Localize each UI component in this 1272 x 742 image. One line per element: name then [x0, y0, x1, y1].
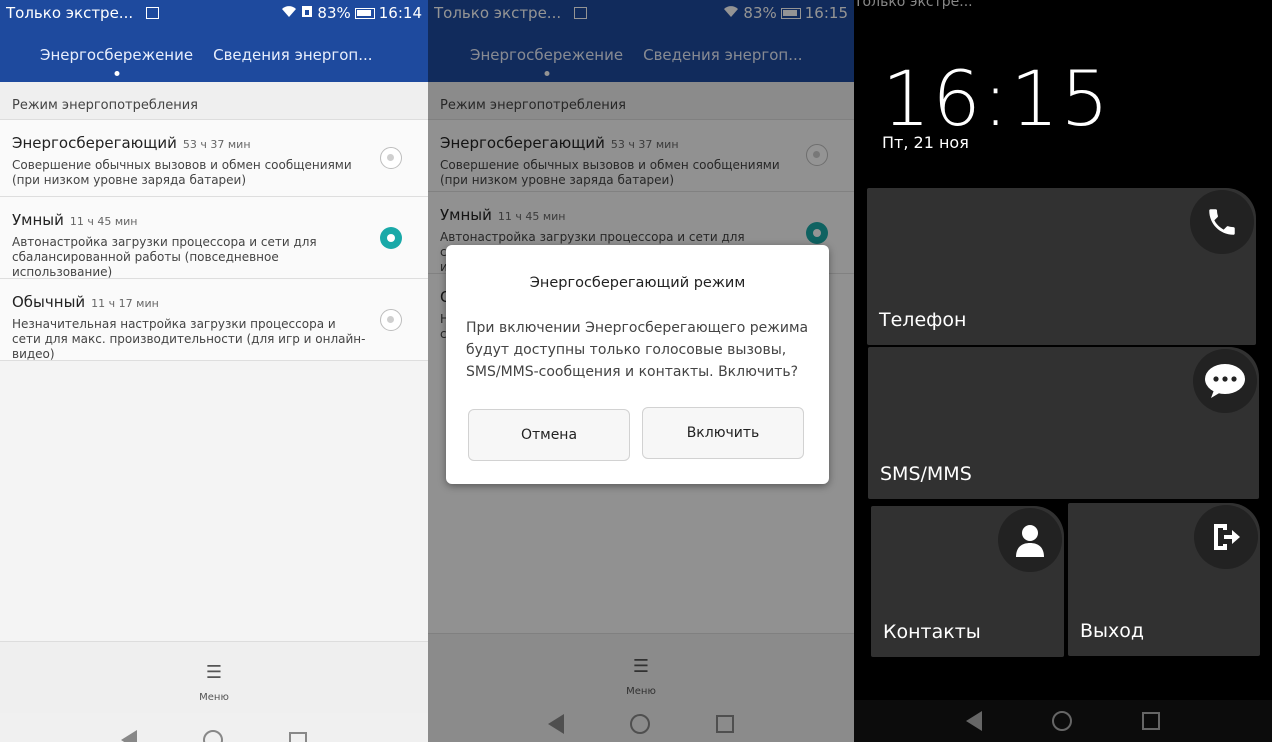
menu-button[interactable]: ☰ Меню — [0, 641, 428, 713]
menu-label: Меню — [199, 692, 229, 703]
chat-icon — [1193, 349, 1257, 413]
status-bar: Только экстре... 83% 16:15 — [428, 0, 854, 26]
menu-icon: ☰ — [205, 662, 223, 683]
phone-icon — [1190, 190, 1254, 254]
radio-smart — [806, 222, 828, 244]
menu-icon: ☰ — [632, 656, 650, 677]
app-header: Только экстре... 83% 16:15 Энергосбереже… — [428, 0, 854, 82]
mode-item-smart[interactable]: Умный 11 ч 45 мин Автонастройка загрузки … — [0, 197, 428, 279]
contact-icon — [998, 508, 1062, 572]
contacts-label: Контакты — [883, 621, 981, 643]
mode-name: Умный — [440, 206, 492, 224]
tab-bar: Энергосбережение Сведения энергоп... — [0, 26, 428, 64]
nav-bar — [854, 700, 1272, 742]
dialog-title: Энергосберегающий режим — [529, 275, 746, 291]
exit-label: Выход — [1080, 620, 1145, 642]
tab-power-info: Сведения энергоп... — [643, 46, 803, 64]
image-notification-icon — [145, 7, 159, 19]
home-icon[interactable] — [1052, 711, 1072, 731]
simple-launcher-panel: Только экстре... 16:15 Пт, 21 ноя Телефо… — [854, 0, 1272, 742]
contacts-tile[interactable]: Контакты — [871, 506, 1064, 657]
app-header: Только экстре... 83% 16:14 Энергосбереже… — [0, 0, 428, 82]
tab-power-saving[interactable]: Энергосбережение — [40, 46, 193, 64]
sms-tile[interactable]: SMS/MMS — [868, 347, 1259, 499]
lockscreen-date: Пт, 21 ноя — [882, 133, 969, 152]
mode-name: Обычный — [12, 293, 86, 311]
mode-duration: 11 ч 17 мин — [91, 297, 159, 310]
back-icon — [548, 713, 564, 734]
menu-button: ☰ Меню — [428, 633, 854, 705]
recent-icon[interactable] — [289, 732, 307, 742]
mode-name: Энергосберегающий — [12, 134, 177, 152]
nav-bar — [428, 705, 854, 742]
radio-saving[interactable] — [380, 147, 402, 169]
enable-button[interactable]: Включить — [642, 407, 804, 459]
mode-item-saving: Энергосберегающий 53 ч 37 мин Совершение … — [428, 120, 854, 192]
dialog-message: При включении Энергосберегающего режима … — [466, 320, 809, 380]
mode-description: Незначительная настройка загрузки процес… — [12, 317, 366, 361]
notification-text: Только экстре... — [6, 4, 134, 22]
mode-name: Энергосберегающий — [440, 134, 605, 152]
mode-description: Совершение обычных вызовов и обмен сообщ… — [440, 158, 780, 187]
exit-icon — [1194, 505, 1258, 569]
exit-tile[interactable]: Выход — [1068, 503, 1260, 656]
status-bar: Только экстре... 83% 16:14 — [0, 0, 428, 26]
sms-label: SMS/MMS — [880, 463, 972, 485]
mode-duration: 11 ч 45 мин — [69, 215, 138, 228]
tab-power-saving: Энергосбережение — [470, 46, 624, 64]
nav-bar — [0, 713, 428, 742]
power-settings-panel: Только экстре... 83% 16:14 Энергосбереже… — [0, 0, 428, 742]
battery-percent: 83% — [743, 4, 777, 22]
tab-power-info[interactable]: Сведения энергоп... — [213, 46, 372, 64]
battery-icon — [780, 7, 801, 19]
battery-icon — [354, 7, 375, 19]
sim-icon — [301, 4, 313, 22]
section-title: Режим энергопотребления — [0, 82, 428, 120]
image-notification-icon — [573, 7, 587, 19]
radio-saving — [806, 144, 828, 166]
battery-percent: 83% — [317, 4, 351, 22]
mode-item-saving[interactable]: Энергосберегающий 53 ч 37 мин Совершение … — [0, 120, 428, 197]
mode-name: Умный — [12, 211, 64, 229]
recent-icon — [716, 714, 734, 733]
lockscreen-clock: 16:15 — [882, 54, 1112, 143]
status-clock: 16:14 — [378, 4, 422, 22]
home-icon — [630, 713, 650, 734]
mode-description: Автонастройка загрузки процессора и сети… — [12, 235, 317, 279]
mode-duration: 11 ч 45 мин — [497, 210, 566, 223]
mode-duration: 53 ч 37 мин — [610, 138, 679, 151]
recent-icon[interactable] — [1142, 712, 1160, 730]
radio-smart[interactable] — [380, 227, 402, 249]
back-icon[interactable] — [121, 730, 137, 742]
cancel-button[interactable]: Отмена — [468, 409, 630, 461]
menu-label: Меню — [626, 686, 656, 697]
section-title: Режим энергопотребления — [428, 82, 854, 120]
mode-item-normal[interactable]: Обычный 11 ч 17 мин Незначительная настро… — [0, 279, 428, 361]
notification-text: Только экстре... — [434, 4, 562, 22]
phone-label: Телефон — [879, 309, 967, 331]
mode-description: Совершение обычных вызовов и обмен сообщ… — [12, 158, 352, 187]
radio-normal[interactable] — [380, 309, 402, 331]
power-saving-dialog: Энергосберегающий режим При включении Эн… — [446, 245, 829, 484]
status-clock: 16:15 — [804, 4, 848, 22]
home-icon[interactable] — [203, 730, 223, 742]
tab-bar: Энергосбережение Сведения энергоп... — [428, 26, 854, 64]
notification-text: Только экстре... — [854, 0, 973, 10]
phone-tile[interactable]: Телефон — [867, 188, 1256, 345]
back-icon[interactable] — [966, 711, 982, 731]
wifi-icon — [723, 4, 739, 22]
mode-duration: 53 ч 37 мин — [182, 138, 251, 151]
wifi-icon — [281, 4, 297, 22]
